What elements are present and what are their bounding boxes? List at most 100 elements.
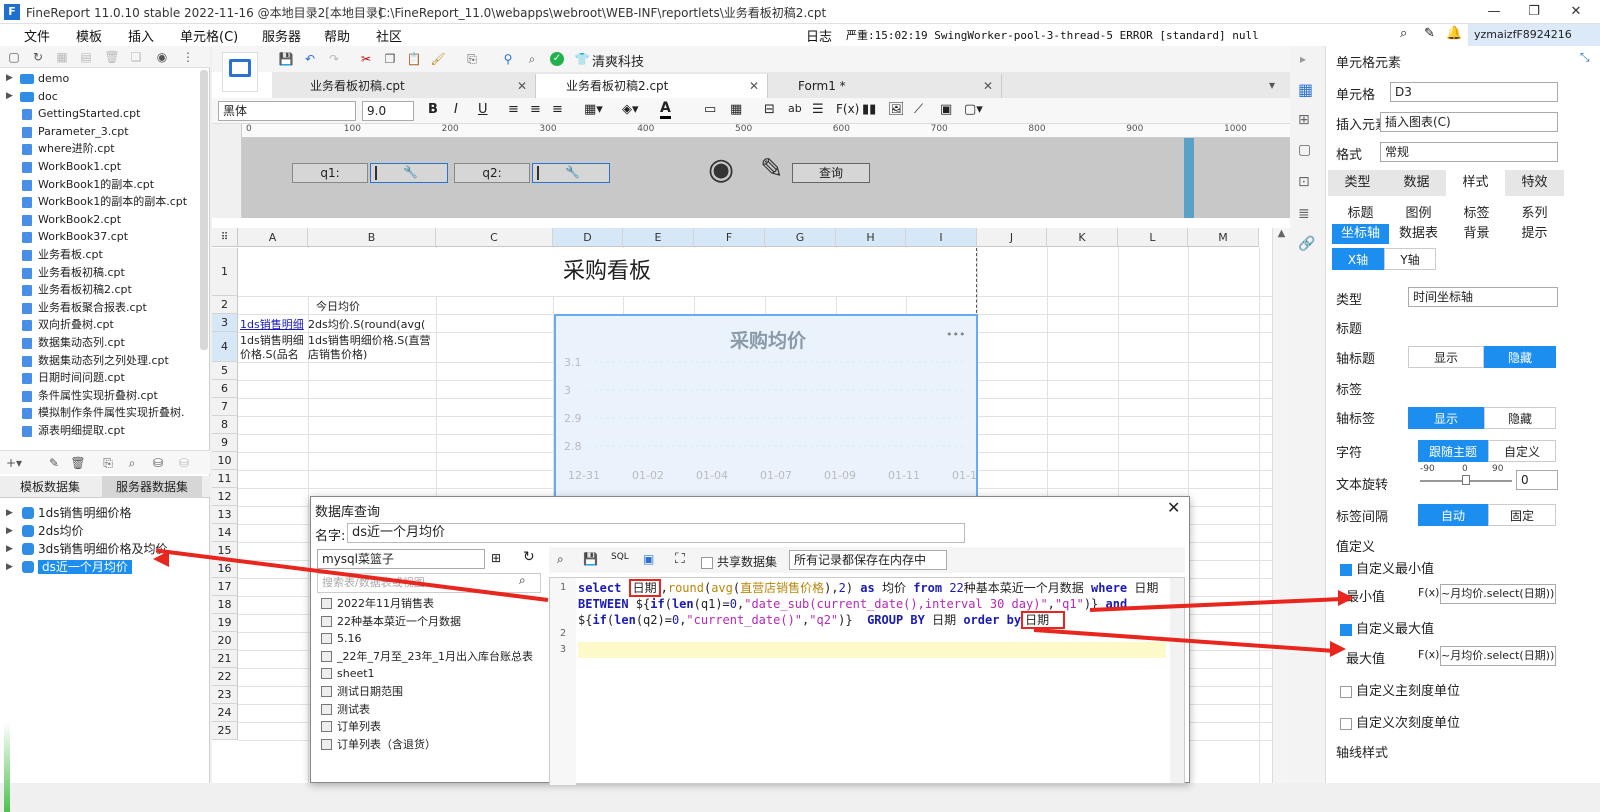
interval-fixed[interactable]: 固定 [1488, 504, 1556, 526]
row-header[interactable]: 24 [212, 704, 238, 722]
formula-icon[interactable]: F(x) [836, 102, 859, 116]
more-insert-icon[interactable]: ▢▾ [964, 102, 983, 117]
column-header[interactable]: C [436, 228, 553, 247]
collapse-arrow-icon[interactable]: ▸ [1300, 52, 1306, 66]
file-item[interactable]: WorkBook37.cpt [0, 228, 200, 246]
max-fx-icon[interactable]: F(x) [1418, 648, 1439, 661]
log-label[interactable]: 日志 [806, 26, 832, 45]
q2-date-picker[interactable]: 🔧 [532, 163, 610, 183]
search-icon[interactable]: ⌕ [1400, 26, 1407, 41]
fill-color-icon[interactable]: ◈▾ [622, 102, 639, 117]
menu-insert[interactable]: 插入 [128, 26, 154, 45]
tab-data[interactable]: 数据 [1387, 170, 1446, 196]
database-icon[interactable]: ⛁ [150, 455, 166, 471]
dataset-item[interactable]: ▶ ds近一个月均价 [0, 558, 210, 576]
cut-icon[interactable]: ✂ [358, 51, 374, 67]
minimize-icon[interactable]: — [1474, 2, 1514, 22]
paste-icon[interactable]: ▤ [78, 49, 94, 65]
memory-select[interactable]: 所有记录都保存在内存中 [789, 550, 947, 570]
db-table-item[interactable]: 测试日期范围 [317, 683, 543, 701]
file-item[interactable]: WorkBook1的副本.cpt [0, 176, 200, 194]
file-item[interactable]: GettingStarted.cpt [0, 105, 200, 123]
align-left-icon[interactable]: ≡ [508, 102, 519, 117]
tab-type[interactable]: 类型 [1328, 170, 1387, 196]
row-header[interactable]: 18 [212, 596, 238, 614]
hide-eye-icon[interactable]: ◉ [708, 152, 734, 187]
pencil-icon[interactable]: ✎ [760, 152, 783, 185]
column-header[interactable]: L [1118, 228, 1188, 247]
share-checkbox[interactable]: 共享数据集 [701, 553, 777, 570]
tab-dashboard-draft2[interactable]: 业务看板初稿2.cpt ✕ [536, 74, 768, 98]
row-header[interactable]: 16 [212, 560, 238, 578]
refresh-icon[interactable]: ↻ [30, 49, 46, 65]
db-table-item[interactable]: sheet1 [317, 665, 543, 683]
align-right-icon[interactable]: ≡ [552, 102, 563, 117]
close-tab-icon[interactable]: ✕ [749, 74, 759, 98]
file-item[interactable]: 数据集动态列之列处理.cpt [0, 352, 200, 370]
cell-attr-icon[interactable]: ⊞ [1298, 112, 1310, 128]
file-item[interactable]: where进阶.cpt [0, 140, 200, 158]
db-table-item[interactable]: 订单列表 [317, 718, 543, 736]
close-tab-icon[interactable]: ✕ [983, 74, 993, 98]
expand-arrow-icon[interactable]: ▶ [6, 70, 13, 88]
axis-title-hide[interactable]: 隐藏 [1484, 346, 1556, 368]
file-item[interactable]: 业务看板聚合报表.cpt [0, 299, 200, 317]
row-header[interactable]: 19 [212, 614, 238, 632]
menu-file[interactable]: 文件 [24, 26, 50, 45]
bold-icon[interactable]: B [428, 102, 438, 117]
style-sub-tab[interactable]: 标题 [1332, 204, 1389, 224]
row-header[interactable]: 3 [212, 314, 238, 332]
paste-tool-icon[interactable]: 📋 [406, 51, 422, 67]
tab-server-datasets[interactable]: 服务器数据集 [102, 476, 202, 498]
close-window-icon[interactable]: ✕ [1556, 2, 1596, 22]
row-header[interactable]: 21 [212, 650, 238, 668]
row-header[interactable]: 7 [212, 398, 238, 416]
file-item[interactable]: 业务看板初稿2.cpt [0, 281, 200, 299]
style-sub-tab[interactable]: 标签 [1448, 204, 1505, 224]
db-table-item[interactable]: 测试表 [317, 701, 543, 719]
preview-sql-icon[interactable]: ⌕ [557, 552, 564, 567]
cell-a4[interactable]: 1ds销售明细价格.S(品名 [238, 334, 308, 364]
style-sub-tab[interactable]: 坐标轴 [1332, 224, 1389, 244]
folder-item[interactable]: ▶ doc [0, 88, 200, 106]
ok-icon[interactable]: ✓ [550, 52, 564, 66]
row-header[interactable]: 23 [212, 686, 238, 704]
min-fx-icon[interactable]: F(x) [1418, 586, 1439, 599]
company-label[interactable]: 清爽科技 [592, 51, 644, 70]
query-button[interactable]: 查询 [792, 163, 870, 183]
insert-row-icon[interactable]: ⊟ [764, 102, 775, 117]
underline-icon[interactable]: U [478, 102, 488, 117]
max-formula-input[interactable]: ~月均价.select(日期)) [1440, 646, 1556, 666]
preview-dataset-icon[interactable]: ⎘ [100, 455, 116, 471]
file-item[interactable]: 模拟制作条件属性实现折叠树. [0, 404, 200, 422]
column-header[interactable]: B [308, 228, 436, 247]
dataset-item[interactable]: ▶ 1ds销售明细价格 [0, 504, 210, 522]
axis-type-select[interactable]: 时间坐标轴 [1408, 287, 1558, 307]
file-item[interactable]: Parameter_3.cpt [0, 123, 200, 141]
search-icon[interactable]: ⌕ [519, 573, 526, 588]
tab-list-icon[interactable]: ▾ [1264, 77, 1280, 93]
format-select[interactable]: 常规 [1380, 142, 1558, 162]
db-table-item[interactable]: 2022年11月销售表 [317, 595, 543, 613]
cell-element-icon[interactable]: ▦ [1298, 80, 1313, 99]
font-size-select[interactable]: 9.0 [362, 101, 414, 121]
duplicate-icon[interactable]: ❏ [128, 49, 144, 65]
file-item[interactable]: WorkBook1.cpt [0, 158, 200, 176]
row-header[interactable]: 6 [212, 380, 238, 398]
row-header[interactable]: 14 [212, 524, 238, 542]
more-icon[interactable]: ⋮ [180, 49, 196, 65]
tab-style[interactable]: 样式 [1446, 170, 1505, 196]
menu-cell[interactable]: 单元格(C) [180, 26, 238, 45]
grid-scrollbar[interactable]: ▲ [1272, 228, 1290, 783]
min-formula-input[interactable]: ~月均价.select(日期)) [1440, 584, 1556, 604]
tab-template-datasets[interactable]: 模板数据集 [0, 476, 100, 498]
row-header[interactable]: 8 [212, 416, 238, 434]
expand-arrow-icon[interactable]: ▶ [6, 540, 13, 558]
menu-help[interactable]: 帮助 [324, 26, 350, 45]
custom-max-checkbox[interactable]: 自定义最大值 [1340, 618, 1434, 637]
row-header[interactable]: 4 [212, 332, 238, 362]
sql-format-icon[interactable]: SQL [611, 552, 629, 562]
style-sub-tab[interactable]: 系列 [1506, 204, 1563, 224]
shirt-icon[interactable]: 👕 [574, 51, 590, 67]
file-item[interactable]: 双向折叠树.cpt [0, 316, 200, 334]
